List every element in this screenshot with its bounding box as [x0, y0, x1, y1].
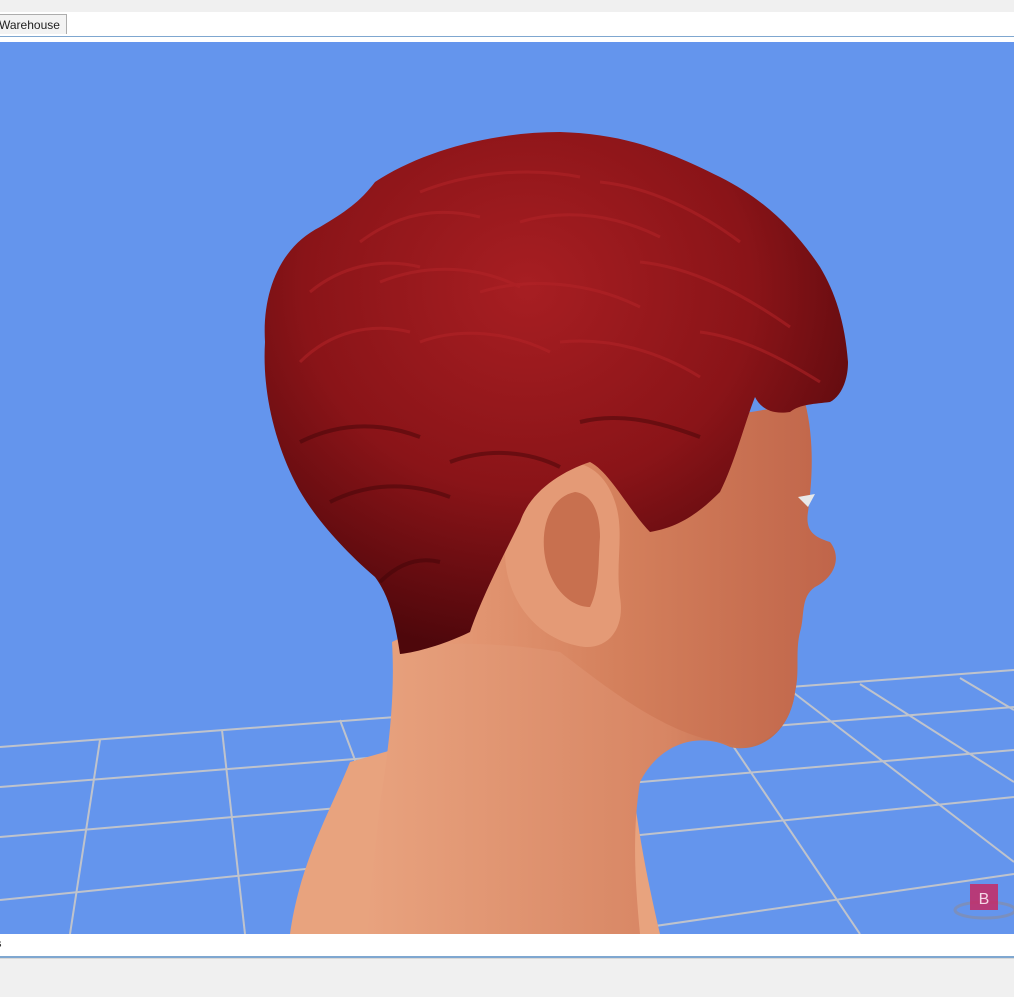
- viewport-frame: B: [0, 37, 1014, 934]
- tab-warehouse[interactable]: Warehouse: [0, 14, 67, 34]
- scene-render[interactable]: B: [0, 42, 1014, 934]
- 3d-viewport[interactable]: B: [0, 42, 1014, 934]
- document-tab-bar: Warehouse: [0, 12, 1014, 37]
- status-text: s: [0, 938, 2, 950]
- status-bar: s: [0, 934, 1014, 958]
- view-cube-label: B: [979, 891, 990, 908]
- bottom-panel: [0, 958, 1014, 997]
